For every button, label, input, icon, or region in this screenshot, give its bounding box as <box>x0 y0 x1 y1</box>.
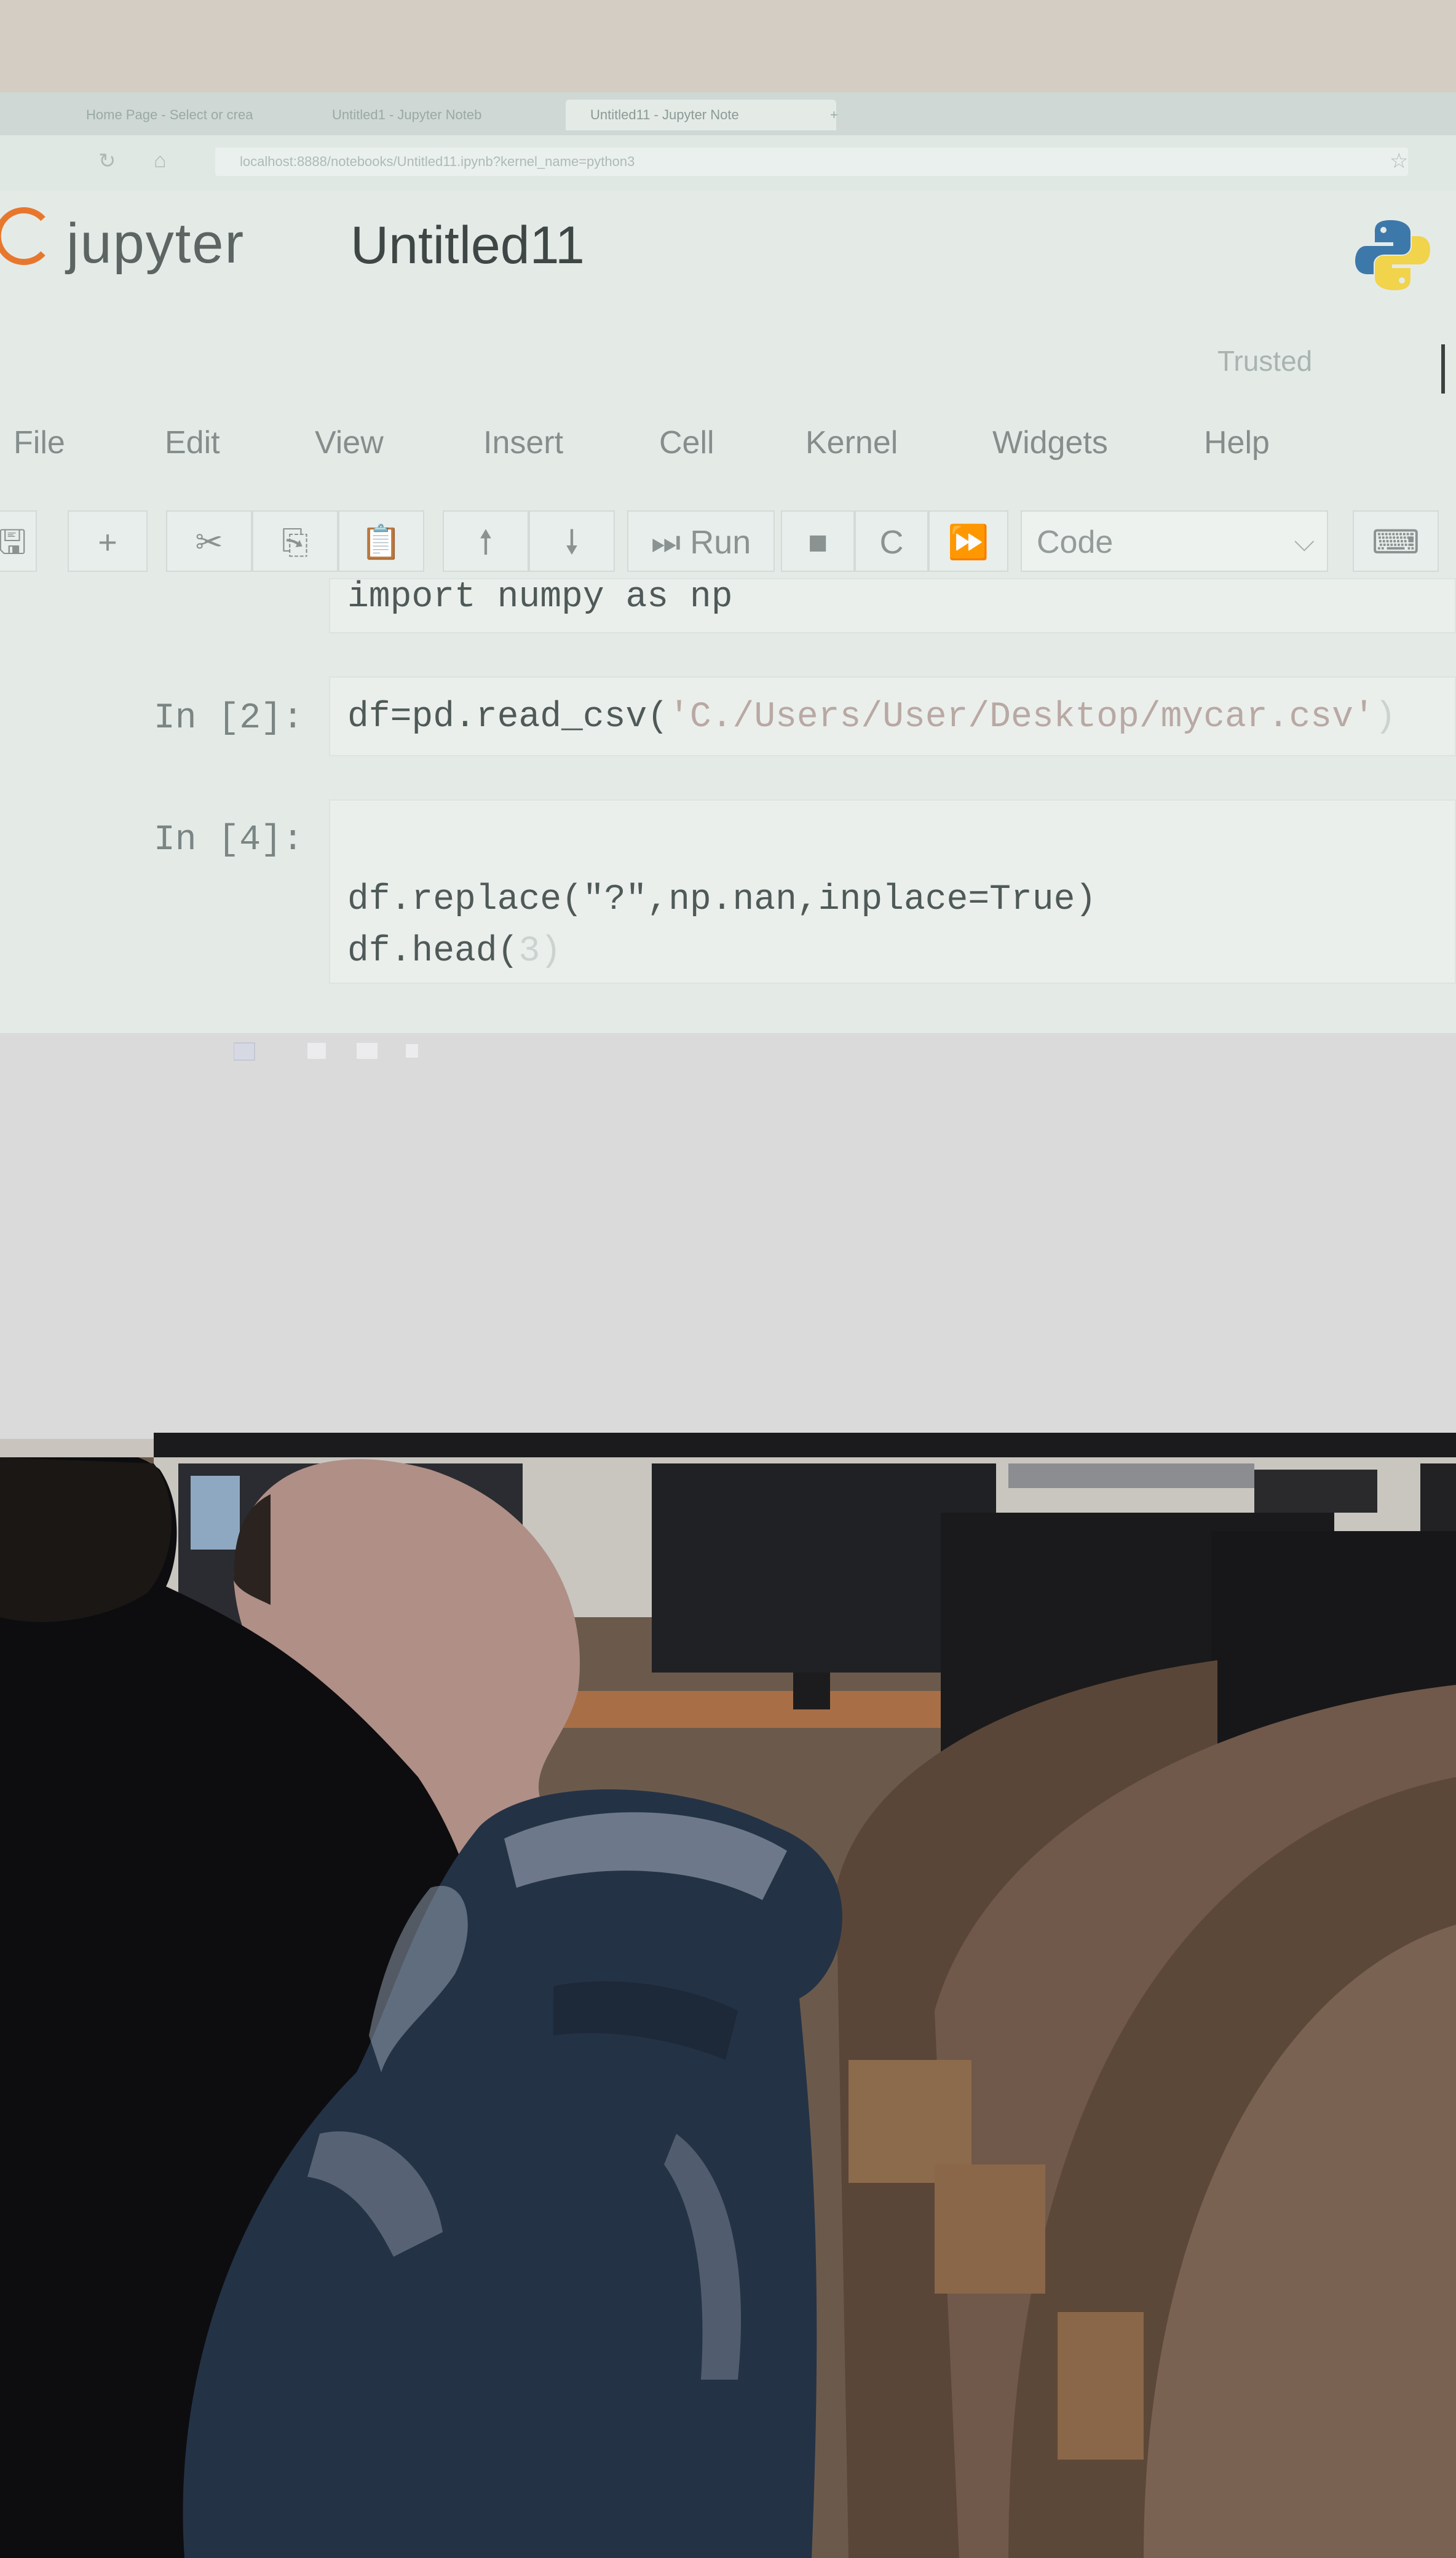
projection-screen: Home Page - Select or crea Untitled1 - J… <box>0 92 1456 1033</box>
screen-frame <box>154 1433 1456 1457</box>
cut-button[interactable]: ✂ <box>166 510 252 572</box>
restart-run-all-button[interactable]: ⏩ <box>928 510 1008 572</box>
keyboard-icon: ⌨ <box>1372 524 1420 561</box>
run-label: Run <box>690 524 751 561</box>
interrupt-button[interactable]: ■ <box>781 510 855 572</box>
bookmark-star-icon[interactable]: ☆ <box>1390 149 1408 173</box>
copy-icon: ⎘ <box>282 524 309 561</box>
scissors-icon: ✂ <box>195 524 223 561</box>
kernel-indicator <box>1441 344 1445 394</box>
code-text: df.head( <box>347 932 519 972</box>
cell-type-select[interactable]: Code ⌵ <box>1021 510 1328 572</box>
menu-view[interactable]: View <box>315 424 384 461</box>
url-input[interactable]: localhost:8888/notebooks/Untitled11.ipyn… <box>215 148 1408 176</box>
blank-screen-area <box>0 1033 1456 1439</box>
code-cell: In [4]: df.replace("?",np.nan,inplace=Tr… <box>0 799 1456 984</box>
menu-kernel[interactable]: Kernel <box>805 424 898 461</box>
jupyter-logo-icon[interactable] <box>0 205 49 267</box>
cell-input[interactable]: import numpy as np <box>329 578 1456 633</box>
code-line: df.head(3) <box>347 926 1455 978</box>
chevron-down-icon: ⌵ <box>1294 527 1315 557</box>
notebook-title[interactable]: Untitled11 <box>350 215 585 276</box>
code-text: ) <box>1374 697 1396 737</box>
code-cell: In [2]: df=pd.read_csv('C./Users/User/De… <box>0 676 1456 762</box>
menu-insert[interactable]: Insert <box>483 424 563 461</box>
save-icon: 🖫 <box>0 524 26 561</box>
restart-icon: C <box>879 524 904 561</box>
insert-cell-button[interactable]: + <box>68 510 148 572</box>
new-tab-button[interactable]: + <box>824 100 867 130</box>
code-text: df=pd.read_csv( <box>347 697 669 737</box>
browser-tab-strip: Home Page - Select or crea Untitled1 - J… <box>0 92 1456 135</box>
jupyter-brand: jupyter <box>66 212 245 275</box>
move-down-button[interactable]: 🠗 <box>529 510 615 572</box>
code-string: 'C./Users/User/Desktop/mycar.csv' <box>668 697 1375 737</box>
cell-input[interactable]: df.replace("?",np.nan,inplace=True) df.he… <box>329 799 1456 984</box>
run-button[interactable]: ⏭ Run <box>627 510 775 572</box>
cell-type-value: Code <box>1037 525 1114 560</box>
code-text: ) <box>540 932 562 972</box>
taskbar-store-icon <box>357 1043 378 1059</box>
arrow-down-icon: 🠗 <box>564 524 579 561</box>
browser-tab[interactable]: Untitled1 - Jupyter Noteb <box>307 100 578 130</box>
taskbar-folder-icon <box>307 1043 326 1059</box>
restart-button[interactable]: C <box>855 510 928 572</box>
arrow-up-icon: 🠕 <box>478 524 493 561</box>
browser-tab-active[interactable]: Untitled11 - Jupyter Note <box>566 100 836 130</box>
code-line: import numpy as np <box>347 577 733 617</box>
paste-icon: 📋 <box>360 524 402 561</box>
address-bar-area: ↻ ⌂ localhost:8888/notebooks/Untitled11.… <box>0 135 1456 191</box>
stop-icon: ■ <box>807 524 828 561</box>
move-up-button[interactable]: 🠕 <box>443 510 529 572</box>
trusted-indicator[interactable]: Trusted <box>1217 344 1312 378</box>
plus-icon: + <box>98 524 117 561</box>
reload-icon[interactable]: ↻ <box>98 149 116 173</box>
paste-button[interactable]: 📋 <box>338 510 424 572</box>
run-icon: ⏭ <box>651 524 681 561</box>
command-palette-button[interactable]: ⌨ <box>1353 510 1439 572</box>
save-button[interactable]: 🖫 <box>0 510 37 572</box>
menu-edit[interactable]: Edit <box>165 424 220 461</box>
copy-button[interactable]: ⎘ <box>252 510 338 572</box>
classroom-wall <box>0 0 1456 98</box>
python-logo-icon <box>1355 220 1430 290</box>
jupyter-header: jupyter Untitled11 <box>0 197 1456 290</box>
notebook-toolbar: 🖫 + ✂ ⎘ 📋 🠕 🠗 ⏭ Run ■ C ⏩ Code ⌵ ⌨ <box>0 510 1456 578</box>
menu-file[interactable]: File <box>14 424 65 461</box>
fast-forward-icon: ⏩ <box>948 524 989 561</box>
home-icon[interactable]: ⌂ <box>154 149 167 173</box>
computer-lab-scene <box>0 1457 1456 2558</box>
menu-widgets[interactable]: Widgets <box>992 424 1108 461</box>
taskbar-mail-icon <box>406 1044 418 1058</box>
cell-prompt: In [4]: <box>154 820 304 860</box>
taskbar-icons <box>234 1042 418 1061</box>
browser-tab[interactable]: Home Page - Select or crea <box>61 100 320 130</box>
cell-prompt: In [2]: <box>154 699 304 738</box>
menu-cell[interactable]: Cell <box>659 424 714 461</box>
taskbar-app-icon <box>234 1043 255 1060</box>
menu-help[interactable]: Help <box>1204 424 1270 461</box>
cell-input[interactable]: df=pd.read_csv('C./Users/User/Desktop/my… <box>329 676 1456 756</box>
menu-bar: File Edit View Insert Cell Kernel Widget… <box>0 424 1456 473</box>
code-cell: import numpy as np <box>0 578 1456 640</box>
code-line: df.replace("?",np.nan,inplace=True) <box>347 880 1097 920</box>
code-number: 3 <box>518 932 540 972</box>
